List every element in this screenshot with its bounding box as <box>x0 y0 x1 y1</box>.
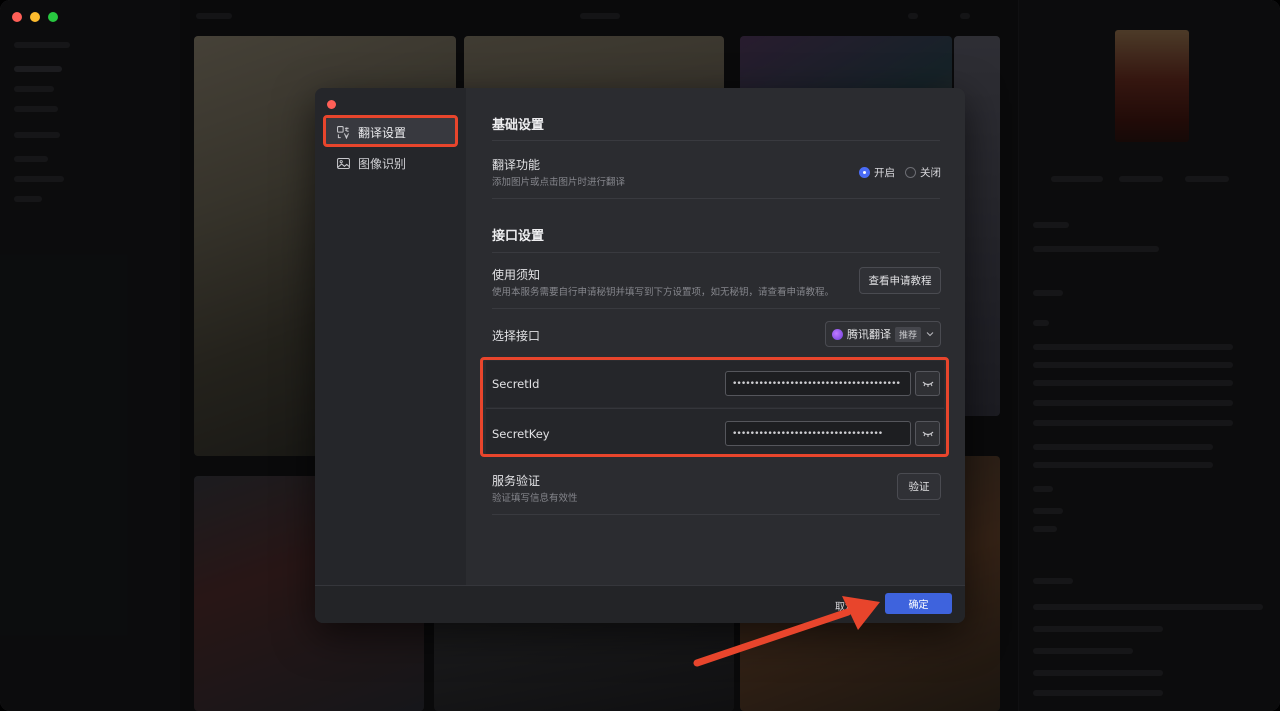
divider <box>492 252 940 253</box>
confirm-button[interactable]: 确定 <box>885 593 952 614</box>
api-provider-select[interactable]: 腾讯翻译 推荐 <box>825 321 941 347</box>
divider <box>492 198 940 199</box>
chevron-down-icon <box>926 332 934 337</box>
secret-key-label: SecretKey <box>492 427 550 441</box>
radio-dot <box>859 167 870 178</box>
minimize-window-button[interactable] <box>30 12 40 22</box>
eye-closed-icon <box>922 431 933 437</box>
nav-item-label: 翻译设置 <box>358 125 407 140</box>
eye-closed-icon <box>922 381 933 387</box>
translate-icon <box>337 125 349 139</box>
divider <box>492 514 940 515</box>
translate-feature-desc: 添加图片或点击图片时进行翻译 <box>492 177 626 188</box>
usage-notice-label: 使用须知 <box>492 268 541 282</box>
radio-dot <box>905 167 916 178</box>
select-api-label: 选择接口 <box>492 329 541 343</box>
close-dialog-button[interactable] <box>327 100 336 109</box>
radio-label: 开启 <box>874 167 895 179</box>
toggle-secret-id-visibility-button[interactable] <box>915 371 940 396</box>
dialog-footer: 取消 确定 <box>315 585 965 623</box>
secret-id-label: SecretId <box>492 377 540 391</box>
maximize-window-button[interactable] <box>48 12 58 22</box>
radio-enable[interactable]: 开启 <box>859 165 895 180</box>
settings-dialog: 翻译设置 图像识别 基础设置 翻译功能 添加图片或点击图片时进行翻译 开启 关闭 <box>315 88 965 623</box>
image-recognition-icon <box>337 157 350 169</box>
basic-settings-title: 基础设置 <box>492 118 545 133</box>
service-verify-label: 服务验证 <box>492 474 541 488</box>
translate-feature-label: 翻译功能 <box>492 158 541 172</box>
nav-item-image-recognition[interactable]: 图像识别 <box>325 149 457 177</box>
secret-id-input[interactable] <box>725 371 911 396</box>
service-verify-desc: 验证填写信息有效性 <box>492 493 578 504</box>
translate-feature-toggle: 开启 关闭 <box>859 165 941 180</box>
verify-button[interactable]: 验证 <box>897 473 941 500</box>
recommended-badge: 推荐 <box>895 326 922 342</box>
window-controls <box>12 12 58 22</box>
radio-label: 关闭 <box>920 167 941 179</box>
settings-nav: 翻译设置 图像识别 <box>315 88 466 585</box>
divider <box>492 140 940 141</box>
api-provider-value: 腾讯翻译 <box>847 328 891 341</box>
close-window-button[interactable] <box>12 12 22 22</box>
usage-notice-desc: 使用本服务需要自行申请秘钥并填写到下方设置项，如无秘钥，请查看申请教程。 <box>492 287 835 298</box>
tencent-translate-logo-icon <box>832 328 843 340</box>
radio-disable[interactable]: 关闭 <box>905 165 941 180</box>
divider <box>492 308 940 309</box>
settings-content: 基础设置 翻译功能 添加图片或点击图片时进行翻译 开启 关闭 接口设置 使用须知… <box>466 88 965 585</box>
toggle-secret-key-visibility-button[interactable] <box>915 421 940 446</box>
nav-item-label: 图像识别 <box>358 156 407 171</box>
view-tutorial-button[interactable]: 查看申请教程 <box>859 267 941 294</box>
secret-key-input[interactable] <box>725 421 911 446</box>
nav-item-translate-settings[interactable]: 翻译设置 <box>325 118 457 146</box>
cancel-button[interactable]: 取消 <box>826 594 864 616</box>
api-settings-title: 接口设置 <box>492 229 545 244</box>
